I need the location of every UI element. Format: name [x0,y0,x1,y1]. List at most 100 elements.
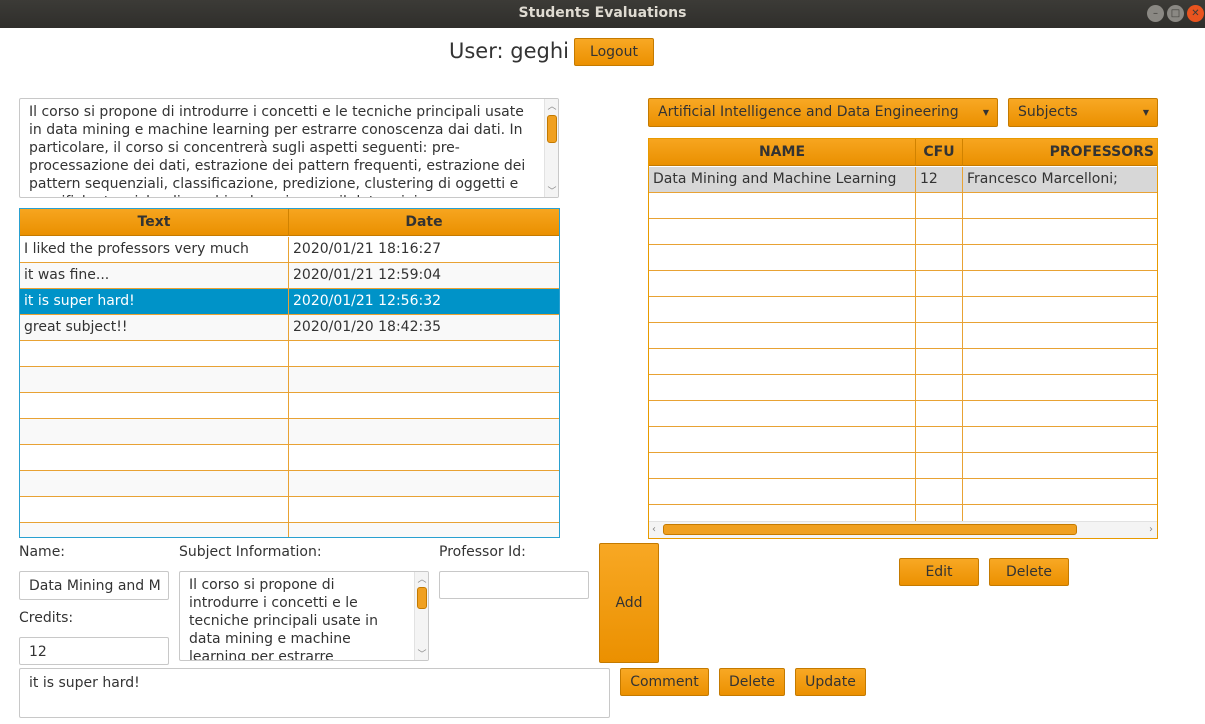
subject-professors-cell [963,323,1157,348]
subject-cfu-cell [916,219,963,244]
scroll-up-icon[interactable]: ︿ [415,572,428,585]
subject-cfu-cell [916,297,963,322]
subject-cfu-cell [916,323,963,348]
subject-row[interactable]: Data Mining and Machine Learning 12 France… [649,167,1157,193]
comment-text-cell: it is super hard! [20,289,289,314]
professor-id-field[interactable] [439,571,589,599]
subjects-scroll-thumb[interactable] [663,524,1077,535]
subjects-horizontal-scrollbar[interactable]: ‹ › [649,521,1157,538]
comment-text-cell [20,445,289,470]
minimize-icon[interactable]: – [1147,5,1164,22]
table-row-empty[interactable] [20,523,559,537]
subject-name-cell [649,479,916,504]
subject-info-scrollbar[interactable]: ︿ ﹀ [414,572,428,660]
subject-cfu-cell [916,453,963,478]
comment-text-cell: I liked the professors very much [20,237,289,262]
view-combobox[interactable]: Subjects ▼ [1008,98,1158,127]
subject-info-label: Subject Information: [179,544,322,560]
name-field[interactable]: Data Mining and M [19,571,169,600]
delete-comment-button[interactable]: Delete [719,668,785,696]
subject-cfu-cell [916,479,963,504]
subject-name-cell [649,401,916,426]
comment-date-cell: 2020/01/21 18:16:27 [293,241,442,257]
table-row-empty[interactable] [20,497,559,523]
comments-table[interactable]: Text Date I liked the professors very mu… [19,208,560,538]
subject-name-cell [649,245,916,270]
column-header-name[interactable]: NAME [649,139,916,166]
column-header-date[interactable]: Date [289,209,559,236]
delete-subject-button[interactable]: Delete [989,558,1069,586]
subject-row-empty[interactable] [649,271,1157,297]
subject-row-empty[interactable] [649,479,1157,505]
comment-text-cell: it was fine... [20,263,289,288]
table-row-empty[interactable] [20,445,559,471]
comment-date-cell [289,393,559,418]
subject-row-empty[interactable] [649,453,1157,479]
scroll-up-icon[interactable]: ︿ [545,99,558,112]
user-label: User: geghi [449,39,569,63]
scroll-down-icon[interactable]: ﹀ [545,184,558,197]
column-header-cfu[interactable]: CFU [916,139,963,166]
close-icon[interactable]: ✕ [1187,5,1204,22]
subject-info-text: Il corso si propone di introdurre i conc… [189,577,378,661]
update-comment-button[interactable]: Update [795,668,866,696]
subject-professors-cell [963,219,1157,244]
subject-row-empty[interactable] [649,349,1157,375]
subjects-table[interactable]: NAME CFU PROFESSORS Data Mining and Mach… [648,138,1158,539]
chevron-down-icon: ▼ [1142,108,1149,117]
subject-cfu-cell [916,427,963,452]
edit-subject-button[interactable]: Edit [899,558,979,586]
description-scrollbar[interactable]: ︿ ﹀ [544,99,558,197]
scroll-down-icon[interactable]: ﹀ [415,647,428,660]
name-label: Name: [19,544,66,560]
subject-row-empty[interactable] [649,219,1157,245]
maximize-icon[interactable]: □ [1167,5,1184,22]
logout-button[interactable]: Logout [574,38,654,66]
comment-date-cell: 2020/01/21 12:56:32 [293,293,442,309]
subject-name-cell [649,271,916,296]
column-header-professors[interactable]: PROFESSORS [963,139,1157,166]
subject-professors-cell [963,453,1157,478]
comment-input[interactable]: it is super hard! [19,668,610,718]
view-selected: Subjects [1018,104,1078,120]
add-button[interactable]: Add [599,543,659,663]
credits-field[interactable]: 12 [19,637,169,665]
comment-text-cell [20,497,289,522]
table-row[interactable]: I liked the professors very much 2020/01/… [20,237,559,263]
subject-row-empty[interactable] [649,427,1157,453]
table-row[interactable]: it is super hard! 2020/01/21 12:56:32 [20,289,559,315]
window-titlebar: Students Evaluations – □ ✕ [0,0,1205,28]
subject-cfu-cell [916,401,963,426]
table-row-empty[interactable] [20,471,559,497]
column-header-text[interactable]: Text [20,209,289,236]
subject-professors-cell [963,427,1157,452]
table-row-empty[interactable] [20,419,559,445]
subject-row-empty[interactable] [649,375,1157,401]
subject-row-empty[interactable] [649,323,1157,349]
comment-date-cell [289,523,559,537]
comment-text-cell [20,523,289,537]
subject-info-area[interactable]: Il corso si propone di introdurre i conc… [179,571,429,661]
description-scroll-thumb[interactable] [547,115,557,143]
table-row[interactable]: great subject!! 2020/01/20 18:42:35 [20,315,559,341]
subject-name-cell [649,427,916,452]
subject-row-empty[interactable] [649,193,1157,219]
subject-description-area[interactable]: Il corso si propone di introdurre i conc… [19,98,559,198]
scroll-left-icon[interactable]: ‹ [652,522,656,537]
comments-table-header: Text Date [20,209,559,236]
table-row[interactable]: it was fine... 2020/01/21 12:59:04 [20,263,559,289]
subject-info-scroll-thumb[interactable] [417,587,427,609]
subject-row-empty[interactable] [649,245,1157,271]
scroll-right-icon[interactable]: › [1149,522,1153,537]
table-row-empty[interactable] [20,367,559,393]
comment-text-cell [20,393,289,418]
comment-date-cell [289,367,559,392]
table-row-empty[interactable] [20,341,559,367]
subject-name-cell [649,349,916,374]
subject-professors-cell [963,245,1157,270]
degree-combobox[interactable]: Artificial Intelligence and Data Enginee… [648,98,998,127]
table-row-empty[interactable] [20,393,559,419]
subject-row-empty[interactable] [649,297,1157,323]
subject-row-empty[interactable] [649,401,1157,427]
comment-button[interactable]: Comment [620,668,709,696]
